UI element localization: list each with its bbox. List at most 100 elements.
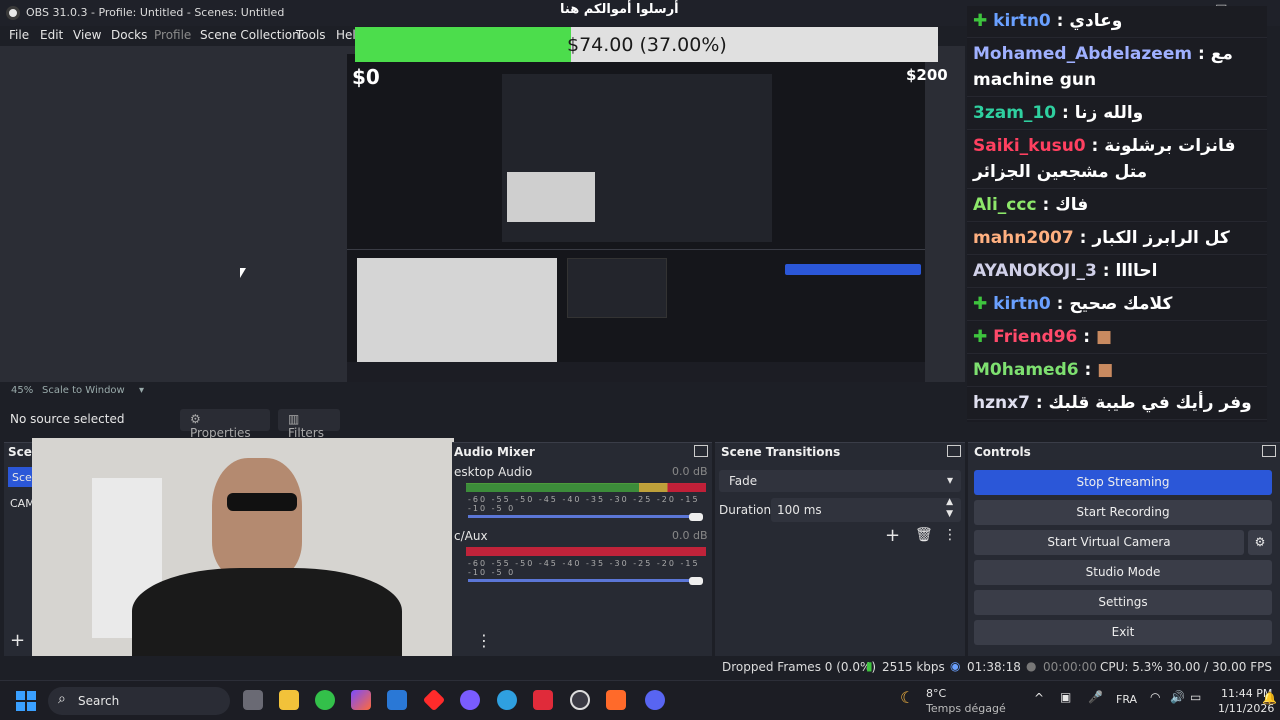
volume-slider[interactable] <box>468 515 693 518</box>
app-icon[interactable] <box>460 690 480 710</box>
cpu-usage: CPU: 5.3% <box>1100 660 1163 674</box>
preview-canvas[interactable]: أرسلوا أموالكم هنا $74.00 (37.00%) $0 $2… <box>0 2 965 382</box>
trash-icon[interactable]: 🗑 <box>915 527 933 543</box>
chat-username: kirtn0 <box>993 11 1051 31</box>
discord-icon[interactable] <box>645 690 665 710</box>
meter-ticks: -60 -55 -50 -45 -40 -35 -30 -25 -20 -15 … <box>468 495 700 513</box>
more-icon[interactable]: ⋮ <box>943 527 957 543</box>
scene-item[interactable]: CAM <box>10 497 35 510</box>
add-transition-icon[interactable]: + <box>885 525 900 546</box>
volume-meter <box>466 547 706 556</box>
transition-select[interactable]: Fade ▾ <box>719 470 961 492</box>
language-indicator[interactable]: FRA <box>1116 693 1137 706</box>
studio-mode-button[interactable]: Studio Mode <box>974 560 1272 585</box>
donation-progress-fill <box>355 27 571 62</box>
windows-start-icon[interactable] <box>16 691 36 711</box>
signal-icon: ▮ <box>866 659 873 673</box>
settings-button[interactable]: Settings <box>974 590 1272 615</box>
start-recording-button[interactable]: Start Recording <box>974 500 1272 525</box>
no-source-label: No source selected <box>10 412 125 426</box>
chat-username: Friend96 <box>993 327 1078 347</box>
virtual-camera-settings-gear-icon[interactable]: ⚙ <box>1248 530 1272 555</box>
channel-name: esktop Audio <box>454 465 533 479</box>
brave-icon[interactable] <box>606 690 626 710</box>
app-icon[interactable] <box>533 690 553 710</box>
duration-label: Duration <box>719 503 772 517</box>
microphone-icon[interactable]: 🎤 <box>1088 690 1103 704</box>
menu-view[interactable]: View <box>73 28 101 42</box>
status-bar: Dropped Frames 0 (0.0%) ▮ 2515 kbps ◉ 01… <box>0 656 1280 678</box>
dock-float-icon[interactable] <box>694 445 708 457</box>
weather-desc[interactable]: Temps dégagé <box>926 702 1006 715</box>
weather-icon: ☾ <box>900 688 915 707</box>
notification-bell-icon[interactable]: 🔔 <box>1262 691 1277 705</box>
app-icon[interactable] <box>497 690 517 710</box>
chat-text: والله زنا <box>1074 103 1144 123</box>
audio-mixer-dock: Audio Mixer esktop Audio 0.0 dB -60 -55 … <box>452 442 712 656</box>
chevron-up-icon[interactable]: ^ <box>1034 691 1044 705</box>
chat-message: Saiki_kusu0 : فانزات برشلونة متل مشجعين … <box>967 131 1267 189</box>
file-explorer-icon[interactable] <box>279 690 299 710</box>
chat-username: Mohamed_Abdelazeem <box>973 44 1193 64</box>
obs-logo-icon <box>6 6 20 20</box>
chat-message: AYANOKOJI_3 : احاااا <box>967 256 1267 288</box>
xbox-icon[interactable] <box>315 690 335 710</box>
scale-mode[interactable]: Scale to Window <box>42 385 125 396</box>
app-icon[interactable] <box>422 688 446 712</box>
volume-slider-knob[interactable] <box>689 577 703 585</box>
copilot-icon[interactable] <box>351 690 371 710</box>
mixer-menu-icon[interactable]: ⋮ <box>476 631 492 650</box>
record-status-icon: ● <box>1026 659 1037 673</box>
stream-status-icon: ◉ <box>950 659 961 673</box>
chat-message: 3zam_10 : والله زنا <box>967 98 1267 130</box>
scene-transitions-dock: Scene Transitions Fade ▾ Duration 100 ms… <box>715 442 965 656</box>
start-virtual-camera-button[interactable]: Start Virtual Camera <box>974 530 1244 555</box>
chat-username: M0hamed6 <box>973 360 1079 380</box>
volume-icon[interactable]: 🔊 <box>1170 690 1185 704</box>
donation-max: $200 <box>906 66 948 84</box>
exit-button[interactable]: Exit <box>974 620 1272 645</box>
dock-float-icon[interactable] <box>1262 445 1276 457</box>
properties-button[interactable]: ⚙ Properties <box>180 409 270 440</box>
menu-tools[interactable]: Tools <box>296 28 326 42</box>
nested-webcam-large <box>357 258 557 368</box>
duration-input[interactable]: 100 ms ▲ ▼ <box>771 497 961 522</box>
volume-slider-knob[interactable] <box>689 513 703 521</box>
task-view-icon[interactable] <box>243 690 263 710</box>
taskbar: ⌕ Search ☾ 8°C Temps dégagé ^ ▣ 🎤 FRA ◠ … <box>0 680 1280 720</box>
chat-message: Ali_ccc : فاك <box>967 190 1267 222</box>
preview-scale-bar: 45% Scale to Window ▾ <box>0 382 965 400</box>
filters-button[interactable]: ▥ Filters <box>278 409 340 440</box>
chevron-down-icon[interactable]: ▾ <box>139 385 144 396</box>
sunglasses-icon <box>227 493 297 511</box>
menu-docks[interactable]: Docks <box>111 28 147 42</box>
chat-message: ✚ kirtn0 : وعادي <box>967 6 1267 38</box>
taskbar-search[interactable]: ⌕ Search <box>48 687 230 715</box>
menu-file[interactable]: File <box>9 28 29 42</box>
stepper-up-icon[interactable]: ▲ <box>946 497 953 507</box>
tray-app-icon[interactable]: ▣ <box>1060 690 1071 704</box>
store-icon[interactable] <box>387 690 407 710</box>
chat-text: وفر رأيك في طيبة قلبك <box>1048 393 1252 413</box>
menu-edit[interactable]: Edit <box>40 28 63 42</box>
person-head <box>212 458 302 578</box>
battery-icon[interactable]: ▭ <box>1190 690 1201 704</box>
dock-float-icon[interactable] <box>947 445 961 457</box>
stepper-down-icon[interactable]: ▼ <box>946 509 953 519</box>
menu-scene-collection[interactable]: Scene Collection <box>200 28 300 42</box>
audio-mixer-title: Audio Mixer <box>454 445 535 459</box>
volume-slider[interactable] <box>468 579 693 582</box>
controls-dock: Controls Stop Streaming Start Recording … <box>968 442 1280 656</box>
channel-db: 0.0 dB <box>672 465 708 478</box>
wifi-icon[interactable]: ◠ <box>1150 690 1160 704</box>
obs-taskbar-icon[interactable] <box>570 690 590 710</box>
scene-transitions-title: Scene Transitions <box>721 445 841 459</box>
weather-temp[interactable]: 8°C <box>926 687 946 700</box>
chat-emote-icon: ■ <box>1096 327 1113 347</box>
chat-message: ✚ Friend96 : ■ <box>967 322 1267 354</box>
menu-profile[interactable]: Profile <box>154 28 191 42</box>
stop-streaming-button[interactable]: Stop Streaming <box>974 470 1272 495</box>
add-scene-icon[interactable]: + <box>10 630 25 651</box>
menu-help[interactable]: Hel <box>336 28 356 42</box>
chat-text: فاك <box>1055 195 1089 215</box>
